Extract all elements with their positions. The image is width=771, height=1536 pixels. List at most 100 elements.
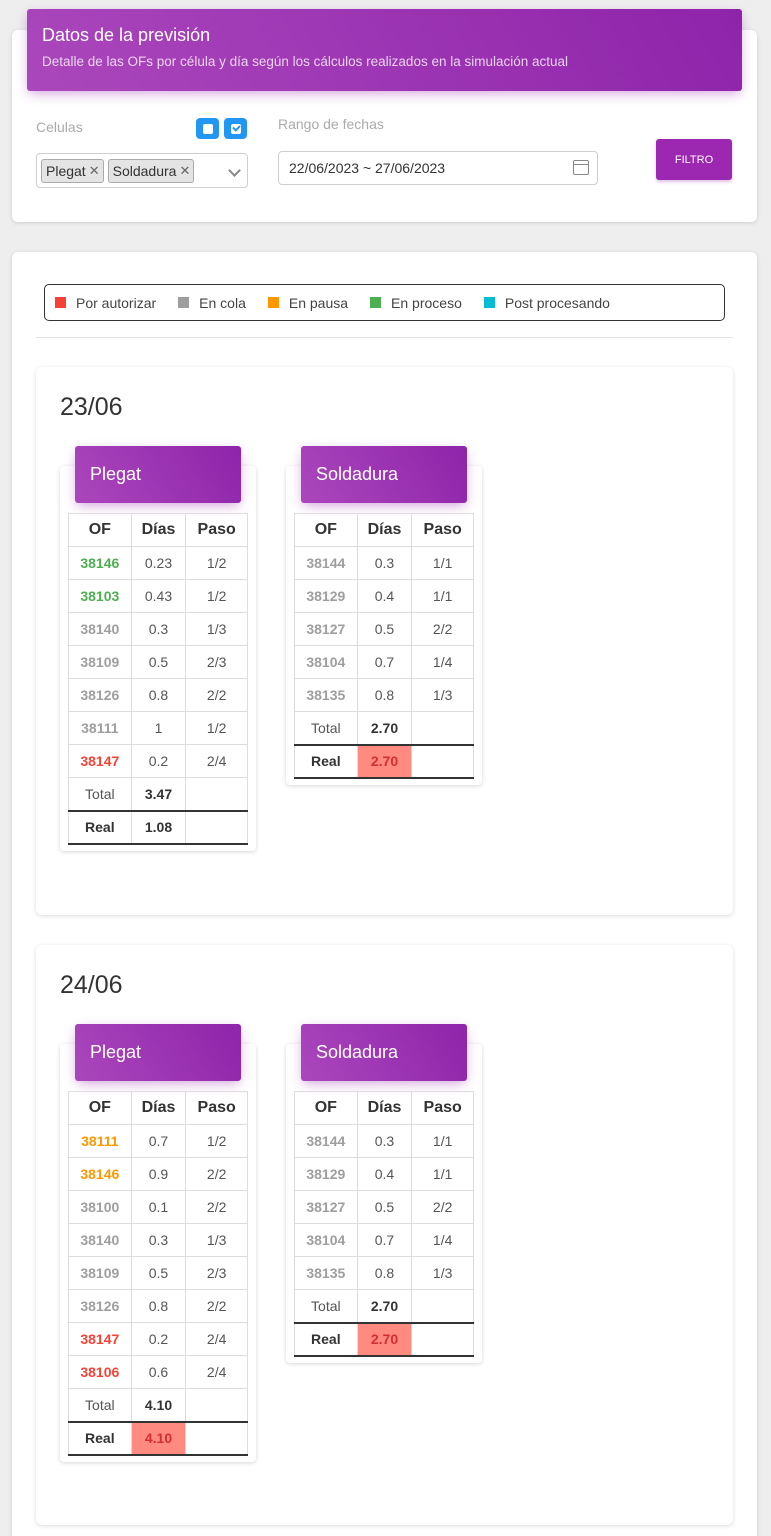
cell-of[interactable]: 38147 [68, 744, 132, 778]
cell-of[interactable]: 38144 [294, 546, 358, 580]
table-row: 38144 0.3 1/1 [294, 1124, 474, 1158]
column-header-dias: Días [130, 513, 187, 547]
filter-card: Datos de la previsión Detalle de las OFs… [12, 9, 757, 222]
legend-swatch [370, 297, 382, 308]
column-header-of: OF [294, 1091, 358, 1125]
status-legend: Por autorizar En cola En pausa En proceso Po… [44, 284, 725, 321]
table-row: 38140 0.3 1/3 [68, 1223, 248, 1257]
cell-of[interactable]: 38144 [294, 1124, 358, 1158]
table-row: 38103 0.43 1/2 [68, 579, 248, 613]
checkbox-empty-icon [202, 123, 213, 134]
filter-button[interactable]: FILTRO [656, 139, 732, 180]
legend-label: En pausa [288, 294, 349, 311]
cell-of[interactable]: 38147 [68, 1322, 132, 1356]
cell-paso: 2/2 [185, 1190, 248, 1224]
chevron-down-icon[interactable] [228, 164, 241, 177]
empty-cell [185, 777, 248, 811]
real-value: 2.70 [356, 743, 413, 779]
day-card: 23/06 Plegat OF Días Paso 38146 0.23 1/2 38103 0.… [36, 367, 733, 915]
cell-of[interactable]: 38109 [68, 1256, 132, 1290]
cell-paso: 2/2 [411, 612, 474, 646]
real-value: 1.08 [130, 809, 187, 845]
legend-swatch [55, 297, 66, 308]
table-row: 38129 0.4 1/1 [294, 1157, 474, 1191]
of-table: OF Días Paso 38111 0.7 1/2 38146 0.9 2/2 38100 0.1… [68, 1091, 248, 1456]
cell-paso: 2/3 [185, 1256, 248, 1290]
cell-paso: 1/1 [411, 579, 474, 613]
cell-of[interactable]: 38100 [68, 1190, 132, 1224]
total-label: Total [68, 777, 132, 811]
legend-item: En proceso [370, 295, 462, 311]
cell-of[interactable]: 38126 [68, 678, 132, 712]
cells-multiselect[interactable]: Plegat ✕ Soldadura ✕ [36, 153, 248, 188]
select-all-button[interactable] [224, 118, 247, 139]
cell-dias: 0.23 [130, 546, 187, 580]
cell-card: Plegat OF Días Paso 38146 0.23 1/2 38103 0.43 1/2… [60, 446, 256, 851]
real-label: Real [294, 1321, 358, 1357]
date-range-value: 22/06/2023 ~ 27/06/2023 [289, 160, 446, 176]
cell-dias: 0.5 [130, 645, 187, 679]
date-range-input[interactable]: 22/06/2023 ~ 27/06/2023 [278, 151, 598, 185]
cell-paso: 2/2 [411, 1190, 474, 1224]
real-row: Real 2.70 [294, 743, 474, 779]
cell-of[interactable]: 38126 [68, 1289, 132, 1323]
real-label: Real [68, 809, 132, 845]
table-row: 38135 0.8 1/3 [294, 1256, 474, 1290]
total-value: 2.70 [356, 1289, 413, 1323]
cell-of[interactable]: 38103 [68, 579, 132, 613]
cell-dias: 0.8 [356, 678, 413, 712]
empty-cell [411, 743, 474, 779]
total-value: 3.47 [130, 777, 187, 811]
cell-dias: 1 [130, 711, 187, 745]
cell-of[interactable]: 38146 [68, 1157, 132, 1191]
cell-dias: 0.8 [130, 1289, 187, 1323]
cell-of[interactable]: 38146 [68, 546, 132, 580]
cell-of[interactable]: 38104 [294, 1223, 358, 1257]
table-row: 38147 0.2 2/4 [68, 744, 248, 778]
legend-item: En cola [178, 295, 246, 311]
legend-item: Por autorizar [55, 295, 156, 311]
cell-title: Plegat [75, 1024, 241, 1081]
legend-swatch [483, 297, 495, 308]
table-row: 38109 0.5 2/3 [68, 1256, 248, 1290]
cell-paso: 2/4 [185, 1322, 248, 1356]
cell-of[interactable]: 38135 [294, 678, 358, 712]
cell-dias: 0.5 [130, 1256, 187, 1290]
cell-of[interactable]: 38129 [294, 579, 358, 613]
cell-dias: 0.1 [130, 1190, 187, 1224]
legend-label: Post procesando [504, 294, 610, 311]
table-row: 38126 0.8 2/2 [68, 1289, 248, 1323]
table-row: 38106 0.6 2/4 [68, 1355, 248, 1389]
cell-paso: 1/2 [185, 579, 248, 613]
cell-of[interactable]: 38135 [294, 1256, 358, 1290]
total-value: 4.10 [130, 1388, 187, 1422]
cell-dias: 0.5 [356, 612, 413, 646]
cell-of[interactable]: 38127 [294, 1190, 358, 1224]
cell-dias: 0.6 [130, 1355, 187, 1389]
calendar-icon[interactable] [573, 160, 589, 175]
cell-of[interactable]: 38140 [68, 1223, 132, 1257]
cell-of[interactable]: 38104 [294, 645, 358, 679]
cell-of[interactable]: 38129 [294, 1157, 358, 1191]
of-table: OF Días Paso 38144 0.3 1/1 38129 0.4 1/1 38127 0.5… [294, 1091, 474, 1357]
cell-dias: 0.8 [356, 1256, 413, 1290]
total-row: Total 2.70 [294, 711, 474, 745]
cell-of[interactable]: 38109 [68, 645, 132, 679]
cell-of[interactable]: 38111 [68, 1124, 132, 1158]
table-row: 38126 0.8 2/2 [68, 678, 248, 712]
cell-dias: 0.4 [356, 1157, 413, 1191]
filter-header: Datos de la previsión Detalle de las OFs… [27, 9, 742, 91]
cell-of[interactable]: 38140 [68, 612, 132, 646]
cell-of[interactable]: 38111 [68, 711, 132, 745]
cell-dias: 0.5 [356, 1190, 413, 1224]
chip-remove-icon[interactable]: ✕ [89, 163, 100, 179]
table-row: 38109 0.5 2/3 [68, 645, 248, 679]
cell-of[interactable]: 38106 [68, 1355, 132, 1389]
chip-remove-icon[interactable]: ✕ [179, 163, 190, 179]
total-row: Total 2.70 [294, 1289, 474, 1323]
cell-of[interactable]: 38127 [294, 612, 358, 646]
deselect-all-button[interactable] [196, 118, 219, 139]
table-row: 38100 0.1 2/2 [68, 1190, 248, 1224]
cell-paso: 2/3 [185, 645, 248, 679]
cell-paso: 1/1 [411, 1124, 474, 1158]
